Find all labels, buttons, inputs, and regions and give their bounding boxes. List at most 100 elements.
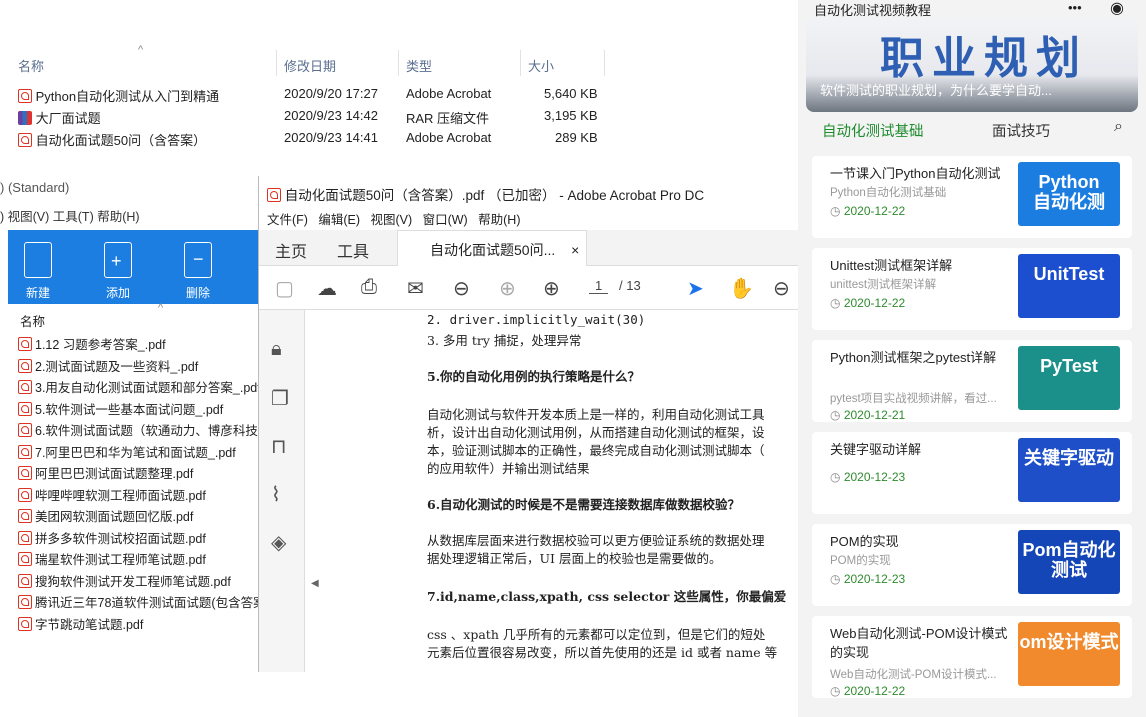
menu-window[interactable]: 窗口(W) <box>423 213 468 227</box>
card-subtitle: Web自动化测试-POM设计模式... <box>830 669 997 681</box>
mini-program-panel: 自动化测试视频教程 ••• ◉ 职业规划 软件测试的职业规划，为什么要学自动..… <box>798 0 1146 717</box>
sort-chevron-icon: ^ <box>138 44 144 56</box>
menu-view[interactable]: 视图(V) <box>370 213 412 227</box>
layers-icon[interactable]: ◈ <box>271 530 286 555</box>
list-item[interactable]: 6.软件测试面试题（软通动力、博彦科技、 <box>8 420 262 442</box>
pages-icon[interactable]: ❐ <box>271 386 289 411</box>
menu-file[interactable]: 文件(F) <box>267 213 308 227</box>
zoom-minus-icon[interactable]: ⊖ <box>773 276 790 301</box>
file-row[interactable]: Python自动化测试从入门到精通 2020/9/20 17:27 Adobe … <box>18 86 608 106</box>
tab-automation-basics[interactable]: 自动化测试基础 <box>822 120 924 141</box>
page-total: / 13 <box>619 278 641 293</box>
list-item[interactable]: 哔哩哔哩软测工程师面试题.pdf <box>8 485 262 507</box>
sort-chevron-icon: ^ <box>158 302 164 314</box>
rar-icon <box>18 111 32 125</box>
search-icon[interactable]: ⌕ <box>1114 118 1123 136</box>
acrobat-icon <box>267 188 281 202</box>
window-title: ) (Standard) <box>0 180 70 195</box>
collapse-arrow-icon[interactable]: ◀ <box>311 578 319 589</box>
prev-page-icon[interactable]: ⊕ <box>499 276 516 301</box>
col-size[interactable]: 大小 <box>528 56 554 75</box>
pdf-icon <box>18 509 32 523</box>
col-type[interactable]: 类型 <box>406 56 432 75</box>
new-button[interactable]: 新建 <box>18 242 58 301</box>
tab-tools[interactable]: 工具 <box>337 238 369 262</box>
card-title: 关键字驱动详解 <box>830 442 922 457</box>
zip-file-icon <box>24 242 52 278</box>
pdf-page: 2. driver.implicitly_wait(30) 3. 多用 try … <box>419 310 799 672</box>
pdf-icon <box>18 444 32 459</box>
pdf-icon <box>18 573 32 588</box>
select-cursor-icon[interactable]: ➤ <box>687 276 704 301</box>
video-card[interactable]: 关键字驱动详解 2020-12-23 关键字驱动 <box>812 432 1132 514</box>
file-row[interactable]: 自动化面试题50问（含答案） 2020/9/23 14:41 Adobe Acr… <box>18 130 608 150</box>
list-item[interactable]: 5.软件测试一些基本面试问题_.pdf <box>8 399 262 421</box>
hand-tool-icon[interactable]: ✋ <box>729 276 754 301</box>
acrobat-window: 自动化面试题50问（含答案）.pdf （已加密） - Adobe Acrobat… <box>258 176 799 672</box>
list-item[interactable]: 瑞星软件测试工程师笔试题.pdf <box>8 549 262 571</box>
upload-cloud-icon[interactable]: ☁ <box>317 276 337 301</box>
card-thumbnail: UnitTest <box>1018 254 1120 318</box>
list-item[interactable]: 美团网软测面试题回忆版.pdf <box>8 506 262 528</box>
menu-edit[interactable]: 编辑(E) <box>318 213 360 227</box>
next-page-icon[interactable]: ⊕ <box>543 276 560 301</box>
card-title: Unittest测试框架详解 <box>830 258 953 273</box>
file-row[interactable]: 大厂面试题 2020/9/23 14:42 RAR 压缩文件 3,195 KB <box>18 108 608 128</box>
card-thumbnail: Python 自动化测 <box>1018 162 1120 226</box>
video-card[interactable]: Unittest测试框架详解 unittest测试框架详解 2020-12-22 Un… <box>812 248 1132 330</box>
video-card[interactable]: 一节课入门Python自动化测试 Python自动化测试基础 2020-12-22 P… <box>812 156 1132 238</box>
attachment-icon[interactable]: ⌇ <box>271 482 281 507</box>
pdf-manager-window: ) (Standard) ) 视图(V) 工具(T) 帮助(H) 新建 + 添加 … <box>0 172 262 672</box>
card-date: 2020-12-22 <box>830 296 905 310</box>
close-target-icon[interactable]: ◉ <box>1110 0 1124 18</box>
list-item[interactable]: 字节跳动笔试题.pdf <box>8 614 262 636</box>
lock-icon[interactable]: 🔒︎ <box>271 338 282 361</box>
card-subtitle: Python自动化测试基础 <box>830 187 947 199</box>
tab-interview-tips[interactable]: 面试技巧 <box>992 120 1050 141</box>
list-item[interactable]: 搜狗软件测试开发工程师笔试题.pdf <box>8 571 262 593</box>
left-sidebar: 🔒︎ ❐ ⊓ ⌇ ◈ ◀ <box>259 310 319 672</box>
menu-bar[interactable]: ) 视图(V) 工具(T) 帮助(H) <box>0 206 140 225</box>
card-date: 2020-12-23 <box>830 470 905 484</box>
card-date: 2020-12-21 <box>830 408 905 422</box>
video-card[interactable]: Python测试框架之pytest详解 pytest项目实战视频讲解，看过... 2… <box>812 340 1132 422</box>
video-card[interactable]: Web自动化测试-POM设计模式的实现 Web自动化测试-POM设计模式... 20… <box>812 616 1132 698</box>
print-icon[interactable]: ⎙ <box>361 276 377 299</box>
list-item[interactable]: 拼多多软件测试校招面试题.pdf <box>8 528 262 550</box>
page-input[interactable]: 1 <box>589 278 609 294</box>
pdf-icon <box>18 380 32 394</box>
bookmark-icon[interactable]: ⊓ <box>271 434 287 459</box>
banner[interactable]: 职业规划 软件测试的职业规划，为什么要学自动... <box>806 18 1138 112</box>
card-thumbnail: 关键字驱动 <box>1018 438 1120 502</box>
zoom-out-icon[interactable]: ⊖ <box>453 276 470 301</box>
file-explorer-top: 名称 ^ 修改日期 类型 大小 Python自动化测试从入门到精通 2020/9… <box>0 0 610 160</box>
list-item[interactable]: 7.阿里巴巴和华为笔试和面试题_.pdf <box>8 442 262 464</box>
card-date: 2020-12-22 <box>830 684 905 698</box>
pdf-icon <box>18 401 32 416</box>
list-item[interactable]: 2.测试面试题及一些资料_.pdf <box>8 356 262 378</box>
menu-help[interactable]: 帮助(H) <box>478 213 520 227</box>
save-icon[interactable]: ▢ <box>275 276 294 301</box>
tab-document[interactable]: 自动化面试题50问... × <box>397 230 587 267</box>
list-header[interactable]: 名称 ^ <box>8 302 262 334</box>
delete-button[interactable]: − 删除 <box>178 242 218 301</box>
remove-file-icon: − <box>184 242 212 278</box>
pdf-icon <box>18 358 32 373</box>
more-menu-button[interactable]: ••• <box>1068 0 1082 15</box>
add-button[interactable]: + 添加 <box>98 242 138 301</box>
close-tab-button[interactable]: × <box>571 242 579 258</box>
col-name[interactable]: 名称 <box>18 56 44 75</box>
pdf-icon <box>18 133 32 147</box>
pdf-icon <box>18 466 32 480</box>
title-bar: 自动化测试视频教程 ••• ◉ <box>798 0 1146 18</box>
list-item[interactable]: 1.12 习题参考答案_.pdf <box>8 334 262 356</box>
app-title: 自动化测试视频教程 <box>814 3 932 18</box>
video-card[interactable]: POM的实现 POM的实现 2020-12-23 Pom自动化测试 <box>812 524 1132 606</box>
list-item[interactable]: 腾讯近三年78道软件测试面试题(包含答案 <box>8 592 262 614</box>
list-item[interactable]: 阿里巴巴测试面试题整理.pdf <box>8 463 262 485</box>
tab-home[interactable]: 主页 <box>275 238 307 262</box>
list-item[interactable]: 3.用友自动化测试面试题和部分答案_.pdf <box>8 377 262 399</box>
col-date[interactable]: 修改日期 <box>284 56 336 75</box>
pdf-icon <box>18 423 32 437</box>
mail-icon[interactable]: ✉ <box>407 276 424 301</box>
